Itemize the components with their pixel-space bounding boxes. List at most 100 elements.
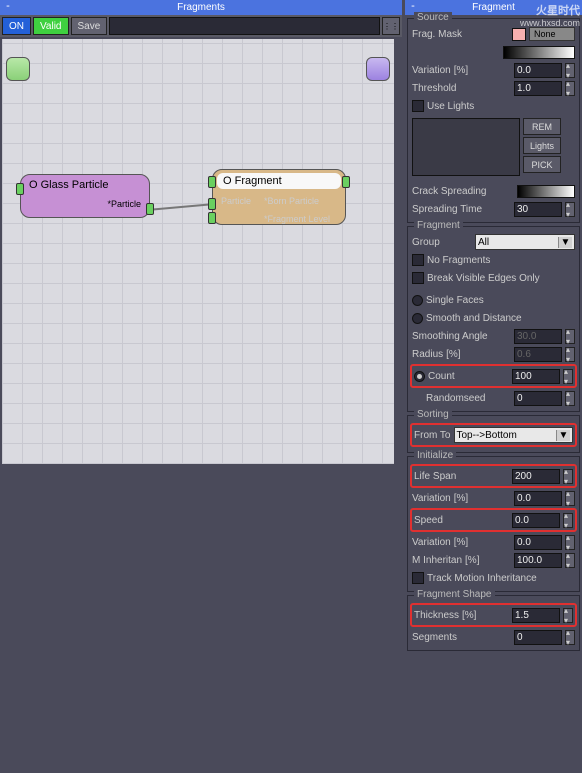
- on-button[interactable]: ON: [2, 17, 31, 35]
- node-output-label: *Fragment Level: [264, 214, 330, 224]
- threshold-input[interactable]: [514, 81, 562, 96]
- pct-label: [%]: [465, 555, 479, 566]
- single-faces-radio[interactable]: [412, 295, 423, 306]
- spinner-icon[interactable]: [565, 535, 575, 550]
- use-lights-checkbox[interactable]: [412, 100, 424, 112]
- highlight-box: Life Span: [410, 464, 577, 488]
- input-portlet[interactable]: [6, 57, 30, 81]
- node-input-label: Particle: [221, 196, 261, 206]
- count-radio[interactable]: [414, 371, 425, 382]
- section-title: Initialize: [414, 450, 456, 461]
- variation-label: Variation: [412, 493, 451, 504]
- port-icon[interactable]: [16, 183, 24, 195]
- life-span-input[interactable]: [512, 469, 560, 484]
- smooth-distance-label: Smooth and Distance: [426, 313, 522, 324]
- highlight-box: Speed: [410, 508, 577, 532]
- spinner-icon[interactable]: [563, 469, 573, 484]
- variation2-input[interactable]: [514, 535, 562, 550]
- highlight-box: Count: [410, 364, 577, 388]
- spinner-icon[interactable]: [565, 202, 575, 217]
- spinner-icon[interactable]: [565, 329, 575, 344]
- count-input[interactable]: [512, 369, 560, 384]
- spinner-icon[interactable]: [563, 513, 573, 528]
- node-output-label: *Particle: [29, 199, 141, 209]
- pct-label: [%]: [454, 65, 468, 76]
- mask-swatch[interactable]: [512, 28, 526, 41]
- radius-input[interactable]: [514, 347, 562, 362]
- section-title: Source: [414, 12, 452, 23]
- rem-button[interactable]: REM: [523, 118, 561, 135]
- pct-label: [%]: [446, 349, 460, 360]
- thickness-input[interactable]: [512, 608, 560, 623]
- node-canvas[interactable]: O Glass Particle *Particle O Fragment Pa…: [2, 39, 394, 464]
- left-titlebar[interactable]: - Fragments: [0, 0, 402, 15]
- pick-button[interactable]: PICK: [523, 156, 561, 173]
- right-panel: - Fragment Source Frag. Mask None Variat…: [405, 0, 582, 773]
- port-icon[interactable]: [342, 176, 350, 188]
- speed-input[interactable]: [512, 513, 560, 528]
- variation-input[interactable]: [514, 491, 562, 506]
- segments-label: Segments: [412, 632, 457, 643]
- radius-label: Radius: [412, 349, 443, 360]
- group-dropdown[interactable]: All▼: [475, 234, 575, 250]
- port-icon[interactable]: [208, 198, 216, 210]
- connection-wire[interactable]: [150, 203, 212, 210]
- port-icon[interactable]: [208, 212, 216, 224]
- right-title: Fragment: [472, 2, 515, 13]
- spinner-icon[interactable]: [565, 630, 575, 645]
- node-output-label: *Born Particle: [264, 196, 319, 206]
- spinner-icon[interactable]: [563, 369, 573, 384]
- use-lights-label: Use Lights: [427, 101, 474, 112]
- spinner-icon[interactable]: [565, 391, 575, 406]
- break-visible-checkbox[interactable]: [412, 272, 424, 284]
- glass-particle-node[interactable]: O Glass Particle *Particle: [20, 174, 150, 218]
- left-panel: - Fragments ON Valid Save ⋮⋮ O Glass Par…: [0, 0, 402, 773]
- pct-label: [%]: [462, 610, 476, 621]
- save-button[interactable]: Save: [71, 17, 108, 35]
- spinner-icon[interactable]: [565, 63, 575, 78]
- track-motion-checkbox[interactable]: [412, 572, 424, 584]
- m-inheritan-input[interactable]: [514, 553, 562, 568]
- no-fragments-checkbox[interactable]: [412, 254, 424, 266]
- lights-button[interactable]: Lights: [523, 137, 561, 154]
- name-input[interactable]: [109, 17, 380, 35]
- fragment-node[interactable]: O Fragment Particle*Born Particle *Fragm…: [212, 169, 346, 225]
- randomseed-input[interactable]: [514, 391, 562, 406]
- collapse-icon[interactable]: -: [409, 2, 417, 12]
- collapse-icon[interactable]: -: [4, 2, 12, 12]
- watermark-brand: 火星时代: [520, 2, 580, 18]
- segments-input[interactable]: [514, 630, 562, 645]
- spinner-icon[interactable]: [565, 491, 575, 506]
- from-to-dropdown[interactable]: Top-->Bottom▼: [454, 427, 574, 443]
- no-fragments-label: No Fragments: [427, 255, 490, 266]
- port-icon[interactable]: [146, 203, 154, 215]
- spinner-icon[interactable]: [565, 553, 575, 568]
- spinner-icon[interactable]: [565, 81, 575, 96]
- node-title: O Glass Particle: [29, 179, 141, 191]
- variation-input[interactable]: [514, 63, 562, 78]
- spinner-icon[interactable]: [565, 347, 575, 362]
- randomseed-label: Randomseed: [426, 393, 485, 404]
- count-label: Count: [428, 371, 455, 382]
- mask-gradient[interactable]: [503, 46, 575, 59]
- section-title: Sorting: [414, 409, 452, 420]
- options-icon[interactable]: ⋮⋮: [382, 17, 400, 35]
- mask-select[interactable]: None: [529, 27, 575, 41]
- spread-time-label: Spreading Time: [412, 204, 482, 215]
- crack-gradient[interactable]: [517, 185, 575, 198]
- break-visible-label: Break Visible Edges Only: [427, 273, 540, 284]
- fragment-shape-section: Fragment Shape Thickness [%] Segments: [407, 595, 580, 651]
- output-portlet[interactable]: [366, 57, 390, 81]
- watermark: 火星时代 www.hxsd.com: [520, 2, 580, 28]
- spread-time-input[interactable]: [514, 202, 562, 217]
- from-to-label: From To: [414, 430, 451, 441]
- valid-button[interactable]: Valid: [33, 17, 69, 35]
- smoothing-angle-input[interactable]: [514, 329, 562, 344]
- variation-label: Variation: [412, 537, 451, 548]
- watermark-url: www.hxsd.com: [520, 18, 580, 28]
- variation-label: Variation: [412, 65, 451, 76]
- spinner-icon[interactable]: [563, 608, 573, 623]
- port-icon[interactable]: [208, 176, 216, 188]
- lights-preview[interactable]: [412, 118, 520, 176]
- smooth-distance-radio[interactable]: [412, 313, 423, 324]
